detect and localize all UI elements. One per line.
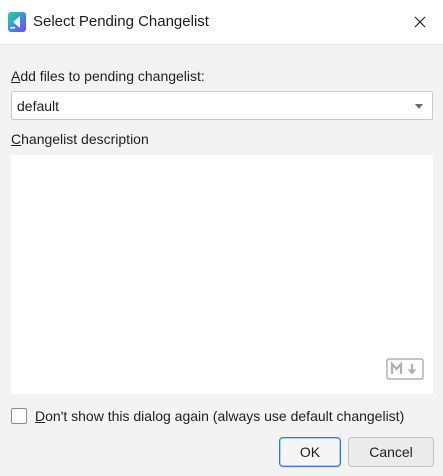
dialog-body: Add files to pending changelist: default… (0, 45, 443, 476)
dont-show-again-mnemonic: D (35, 408, 46, 424)
add-files-label-text: dd files to pending changelist: (20, 68, 205, 84)
dont-show-again-checkbox[interactable] (11, 408, 27, 424)
description-label-mnemonic: C (11, 131, 22, 147)
add-files-label: Add files to pending changelist: (11, 68, 205, 84)
window-title: Select Pending Changelist (33, 13, 209, 30)
dont-show-again-text: on't show this dialog again (always use … (45, 408, 405, 424)
title-bar: Select Pending Changelist (0, 0, 443, 45)
ok-button[interactable]: OK (279, 437, 341, 467)
changelist-selected-value: default (17, 98, 60, 114)
description-textarea[interactable] (11, 155, 433, 394)
cancel-button[interactable]: Cancel (348, 437, 434, 467)
close-icon (414, 16, 426, 28)
markdown-icon (386, 358, 424, 380)
description-label: Changelist description (11, 131, 149, 147)
description-label-text: hangelist description (21, 131, 149, 147)
add-files-label-mnemonic: A (11, 68, 21, 84)
close-button[interactable] (397, 0, 443, 44)
changelist-dropdown[interactable]: default (11, 91, 433, 120)
dropdown-arrow-icon[interactable] (415, 104, 423, 109)
jetbrains-app-icon (8, 12, 26, 32)
dont-show-again-label[interactable]: Don't show this dialog again (always use… (35, 408, 404, 424)
